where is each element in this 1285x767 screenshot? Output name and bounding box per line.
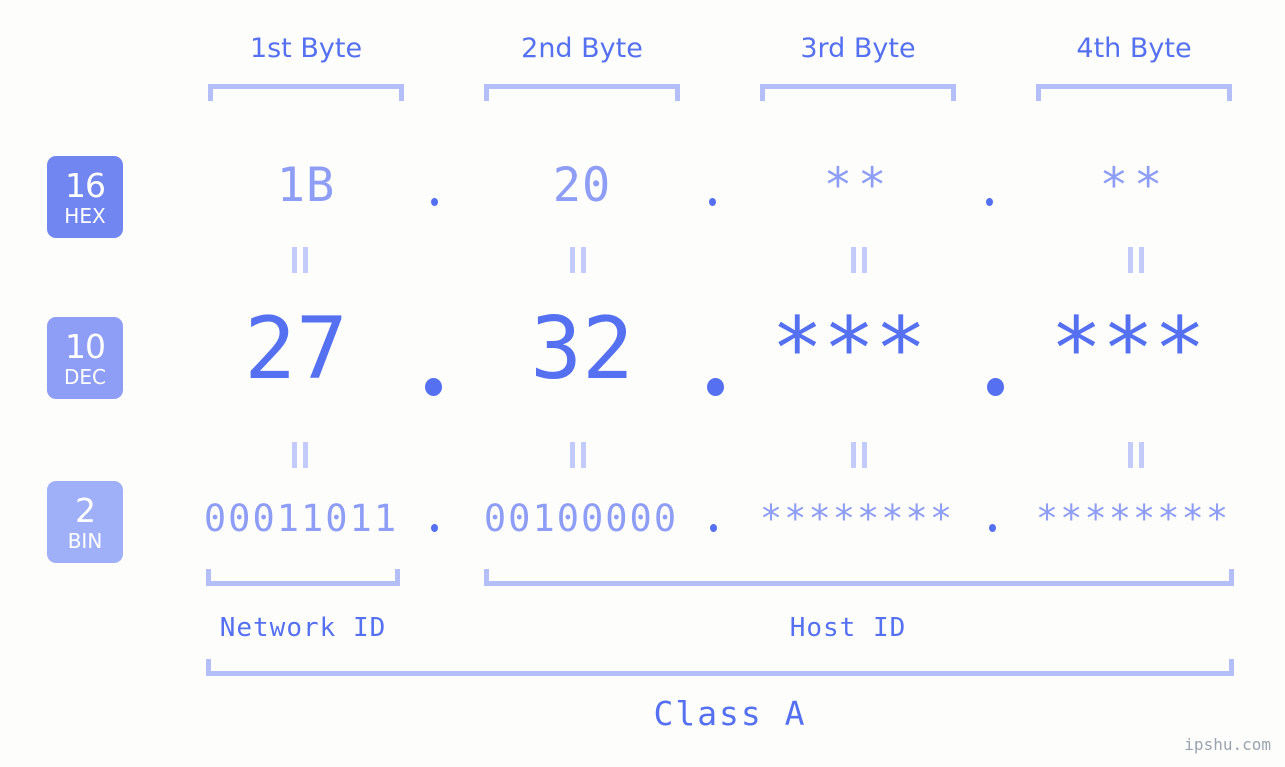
network-id-label: Network ID xyxy=(219,613,387,643)
host-id-label: Host ID xyxy=(789,613,907,643)
equals-mark-hex-dec-4 xyxy=(1128,247,1145,273)
base-badge-hex[interactable]: 16 HEX xyxy=(47,156,123,238)
hex-byte-2-value: 20 xyxy=(552,158,612,213)
bin-separator-dot-3 xyxy=(989,524,996,532)
ip-address-breakdown-diagram: 1st Byte 2nd Byte 3rd Byte 4th Byte 16 H… xyxy=(0,0,1285,767)
byte-bracket-3 xyxy=(760,84,956,101)
base-badge-dec-number: 10 xyxy=(65,326,106,366)
bin-byte-1-value: 00011011 xyxy=(203,497,399,540)
hex-byte-4-value: ** xyxy=(1099,158,1169,213)
equals-mark-dec-bin-3 xyxy=(851,442,868,468)
watermark: ipshu.com xyxy=(1184,735,1271,754)
base-badge-dec[interactable]: 10 DEC xyxy=(47,317,123,399)
base-badge-bin[interactable]: 2 BIN xyxy=(47,481,123,563)
byte-bracket-2 xyxy=(484,84,680,101)
dec-byte-2-value: 32 xyxy=(530,299,634,399)
equals-mark-dec-bin-2 xyxy=(570,442,587,468)
byte-header-1: 1st Byte xyxy=(249,33,363,64)
equals-mark-hex-dec-1 xyxy=(292,247,309,273)
equals-mark-dec-bin-1 xyxy=(292,442,309,468)
bin-byte-4-value: ******** xyxy=(1035,497,1231,540)
byte-header-3: 3rd Byte xyxy=(800,33,916,64)
base-badge-dec-name: DEC xyxy=(63,364,106,389)
dec-byte-4-value: *** xyxy=(1050,299,1206,399)
byte-header-4: 4th Byte xyxy=(1076,33,1192,64)
base-badge-hex-number: 16 xyxy=(65,165,106,205)
hex-byte-3-value: ** xyxy=(823,158,893,213)
dec-byte-3-value: *** xyxy=(771,299,927,399)
hex-separator-dot-2 xyxy=(709,198,716,206)
bin-separator-dot-2 xyxy=(710,524,717,532)
dec-byte-1-value: 27 xyxy=(244,299,348,399)
equals-mark-hex-dec-2 xyxy=(570,247,587,273)
byte-header-2: 2nd Byte xyxy=(521,33,643,64)
hex-separator-dot-1 xyxy=(431,198,438,206)
bin-byte-3-value: ******** xyxy=(759,497,955,540)
base-badge-bin-number: 2 xyxy=(75,490,96,530)
dec-separator-dot-2 xyxy=(707,378,724,396)
bin-byte-2-value: 00100000 xyxy=(483,497,679,540)
equals-mark-dec-bin-4 xyxy=(1128,442,1145,468)
hex-byte-1-value: 1B xyxy=(276,158,336,213)
byte-bracket-4 xyxy=(1036,84,1232,101)
class-label: Class A xyxy=(653,694,807,733)
hex-separator-dot-3 xyxy=(986,198,993,206)
equals-mark-hex-dec-3 xyxy=(851,247,868,273)
class-bracket xyxy=(206,659,1234,676)
byte-bracket-1 xyxy=(208,84,404,101)
base-badge-hex-name: HEX xyxy=(64,203,106,228)
host-id-bracket xyxy=(484,569,1234,586)
dec-separator-dot-3 xyxy=(987,378,1004,396)
base-badge-bin-name: BIN xyxy=(67,528,103,553)
dec-separator-dot-1 xyxy=(425,378,442,396)
bin-separator-dot-1 xyxy=(431,524,438,532)
network-id-bracket xyxy=(206,569,400,586)
